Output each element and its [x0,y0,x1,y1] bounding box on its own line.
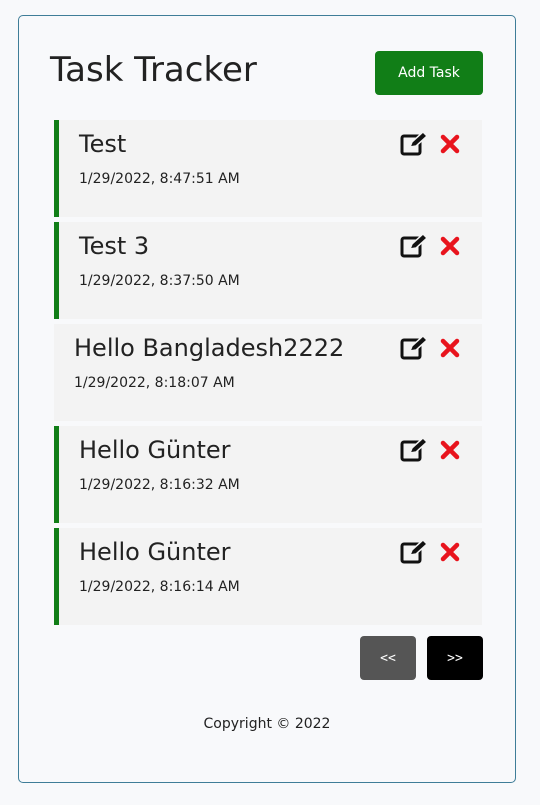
task-title: Hello Günter [79,436,231,464]
task-item[interactable]: Hello Günter 1/29/2022, 8:16:14 AM [54,528,482,625]
task-item[interactable]: Hello Günter 1/29/2022, 8:16:32 AM [54,426,482,523]
edit-icon[interactable] [400,234,428,258]
close-icon[interactable] [436,234,464,258]
task-actions [400,132,464,156]
edit-icon[interactable] [400,336,428,360]
task-date: 1/29/2022, 8:47:51 AM [79,171,240,187]
close-icon[interactable] [436,540,464,564]
task-actions [400,438,464,462]
page-title: Task Tracker [50,50,257,90]
prev-page-button[interactable]: << [360,636,416,680]
task-item[interactable]: Test 3 1/29/2022, 8:37:50 AM [54,222,482,319]
task-item[interactable]: Hello Bangladesh2222 1/29/2022, 8:18:07 … [54,324,482,421]
task-title: Hello Bangladesh2222 [74,334,345,362]
task-list: Test 1/29/2022, 8:47:51 AM Test 3 1/29/2… [54,120,482,630]
task-date: 1/29/2022, 8:16:32 AM [79,477,240,493]
app-container: Task Tracker Add Task Test 1/29/2022, 8:… [18,15,516,783]
task-actions [400,540,464,564]
task-title: Test [79,130,127,158]
task-title: Hello Günter [79,538,231,566]
task-date: 1/29/2022, 8:16:14 AM [79,579,240,595]
close-icon[interactable] [436,438,464,462]
edit-icon[interactable] [400,540,428,564]
next-page-button[interactable]: >> [427,636,483,680]
close-icon[interactable] [436,336,464,360]
task-date: 1/29/2022, 8:18:07 AM [74,375,235,391]
task-title: Test 3 [79,232,150,260]
header: Task Tracker Add Task [50,50,483,96]
task-date: 1/29/2022, 8:37:50 AM [79,273,240,289]
pagination: << >> [360,636,483,680]
footer-copyright: Copyright © 2022 [203,716,331,732]
edit-icon[interactable] [400,438,428,462]
task-actions [400,234,464,258]
edit-icon[interactable] [400,132,428,156]
close-icon[interactable] [436,132,464,156]
task-actions [400,336,464,360]
task-item[interactable]: Test 1/29/2022, 8:47:51 AM [54,120,482,217]
add-task-button[interactable]: Add Task [375,51,483,95]
